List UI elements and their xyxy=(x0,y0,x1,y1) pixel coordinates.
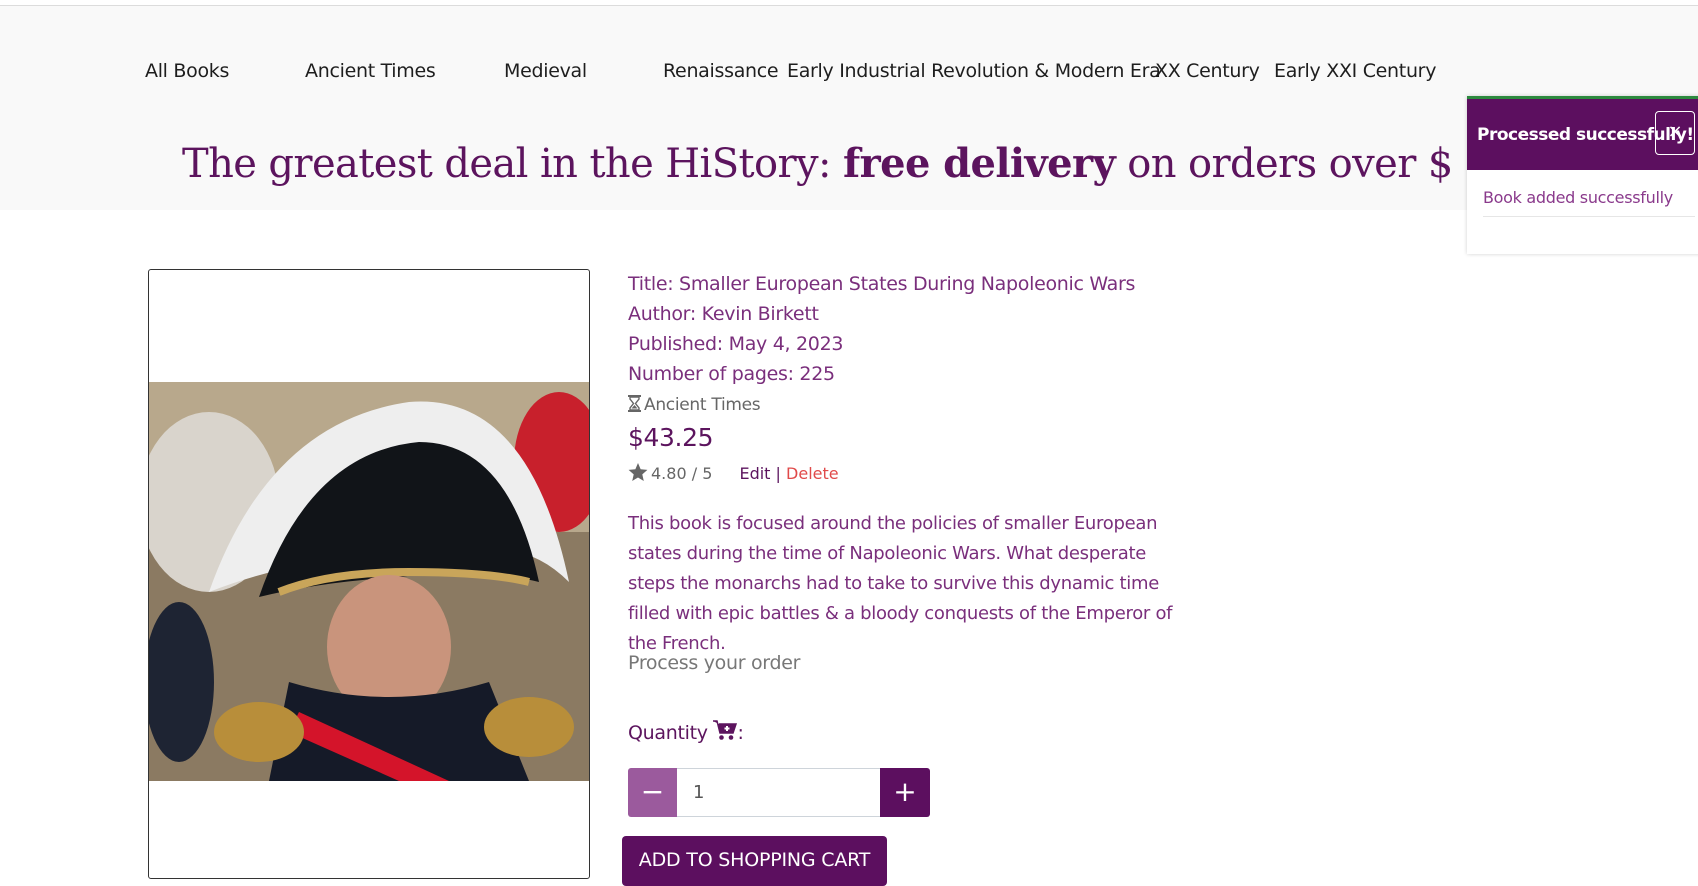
increase-quantity-button[interactable]: + xyxy=(880,768,930,817)
close-icon: × xyxy=(1667,121,1683,142)
quantity-input[interactable] xyxy=(677,768,880,817)
decrease-quantity-button[interactable]: − xyxy=(628,768,677,817)
book-title: Title: Smaller European States During Na… xyxy=(628,273,1136,295)
rating-value: 4.80 / 5 xyxy=(651,464,713,483)
book-cover-image xyxy=(149,382,589,781)
nav-ancient-times[interactable]: Ancient Times xyxy=(305,60,436,82)
add-to-cart-button[interactable]: ADD TO SHOPPING CART xyxy=(622,836,887,886)
book-description: This book is focused around the policies… xyxy=(628,513,1173,654)
toast-close-button[interactable]: × xyxy=(1655,111,1695,155)
cart-plus-icon xyxy=(713,720,738,740)
book-era: Ancient Times xyxy=(628,395,761,415)
delete-link[interactable]: Delete xyxy=(786,464,839,483)
success-toast: Processed successfully! × Book added suc… xyxy=(1467,96,1698,254)
quantity-stepper: − + xyxy=(628,768,930,817)
edit-link[interactable]: Edit xyxy=(739,464,770,483)
nav-all-books[interactable]: All Books xyxy=(145,60,229,82)
book-cover-illustration xyxy=(149,382,589,781)
quantity-label: Quantity : xyxy=(628,720,744,744)
banner-text-bold: free delivery xyxy=(843,140,1116,187)
minus-icon: − xyxy=(640,775,665,808)
toast-header: Processed successfully! × xyxy=(1467,99,1698,170)
link-separator: | xyxy=(775,464,781,483)
book-price: $43.25 xyxy=(628,423,714,452)
promo-banner: The greatest deal in the HiStory: free d… xyxy=(182,140,1531,187)
plus-icon: + xyxy=(893,775,917,808)
book-published: Published: May 4, 2023 xyxy=(628,333,844,355)
quantity-suffix: : xyxy=(737,722,744,744)
book-author: Author: Kevin Birkett xyxy=(628,303,819,325)
hourglass-icon xyxy=(628,395,641,412)
nav-medieval[interactable]: Medieval xyxy=(504,60,587,82)
nav-early-industrial[interactable]: Early Industrial Revolution & Modern Era xyxy=(787,60,1161,82)
banner-text-before: The greatest deal in the HiStory: xyxy=(182,141,844,187)
nav-renaissance[interactable]: Renaissance xyxy=(663,60,779,82)
toast-message: Book added successfully xyxy=(1483,188,1673,207)
book-rating: 4.80 / 5 Edit | Delete xyxy=(628,463,839,483)
star-icon xyxy=(628,463,648,482)
book-era-label: Ancient Times xyxy=(644,395,761,415)
toast-divider xyxy=(1483,216,1695,217)
quantity-label-text: Quantity xyxy=(628,722,708,744)
site-header: All Books Ancient Times Medieval Renaiss… xyxy=(0,6,1698,210)
nav-early-xxi-century[interactable]: Early XXI Century xyxy=(1274,60,1436,82)
nav-xx-century[interactable]: XX Century xyxy=(1155,60,1260,82)
book-pages: Number of pages: 225 xyxy=(628,363,835,385)
process-order-label: Process your order xyxy=(628,652,801,674)
